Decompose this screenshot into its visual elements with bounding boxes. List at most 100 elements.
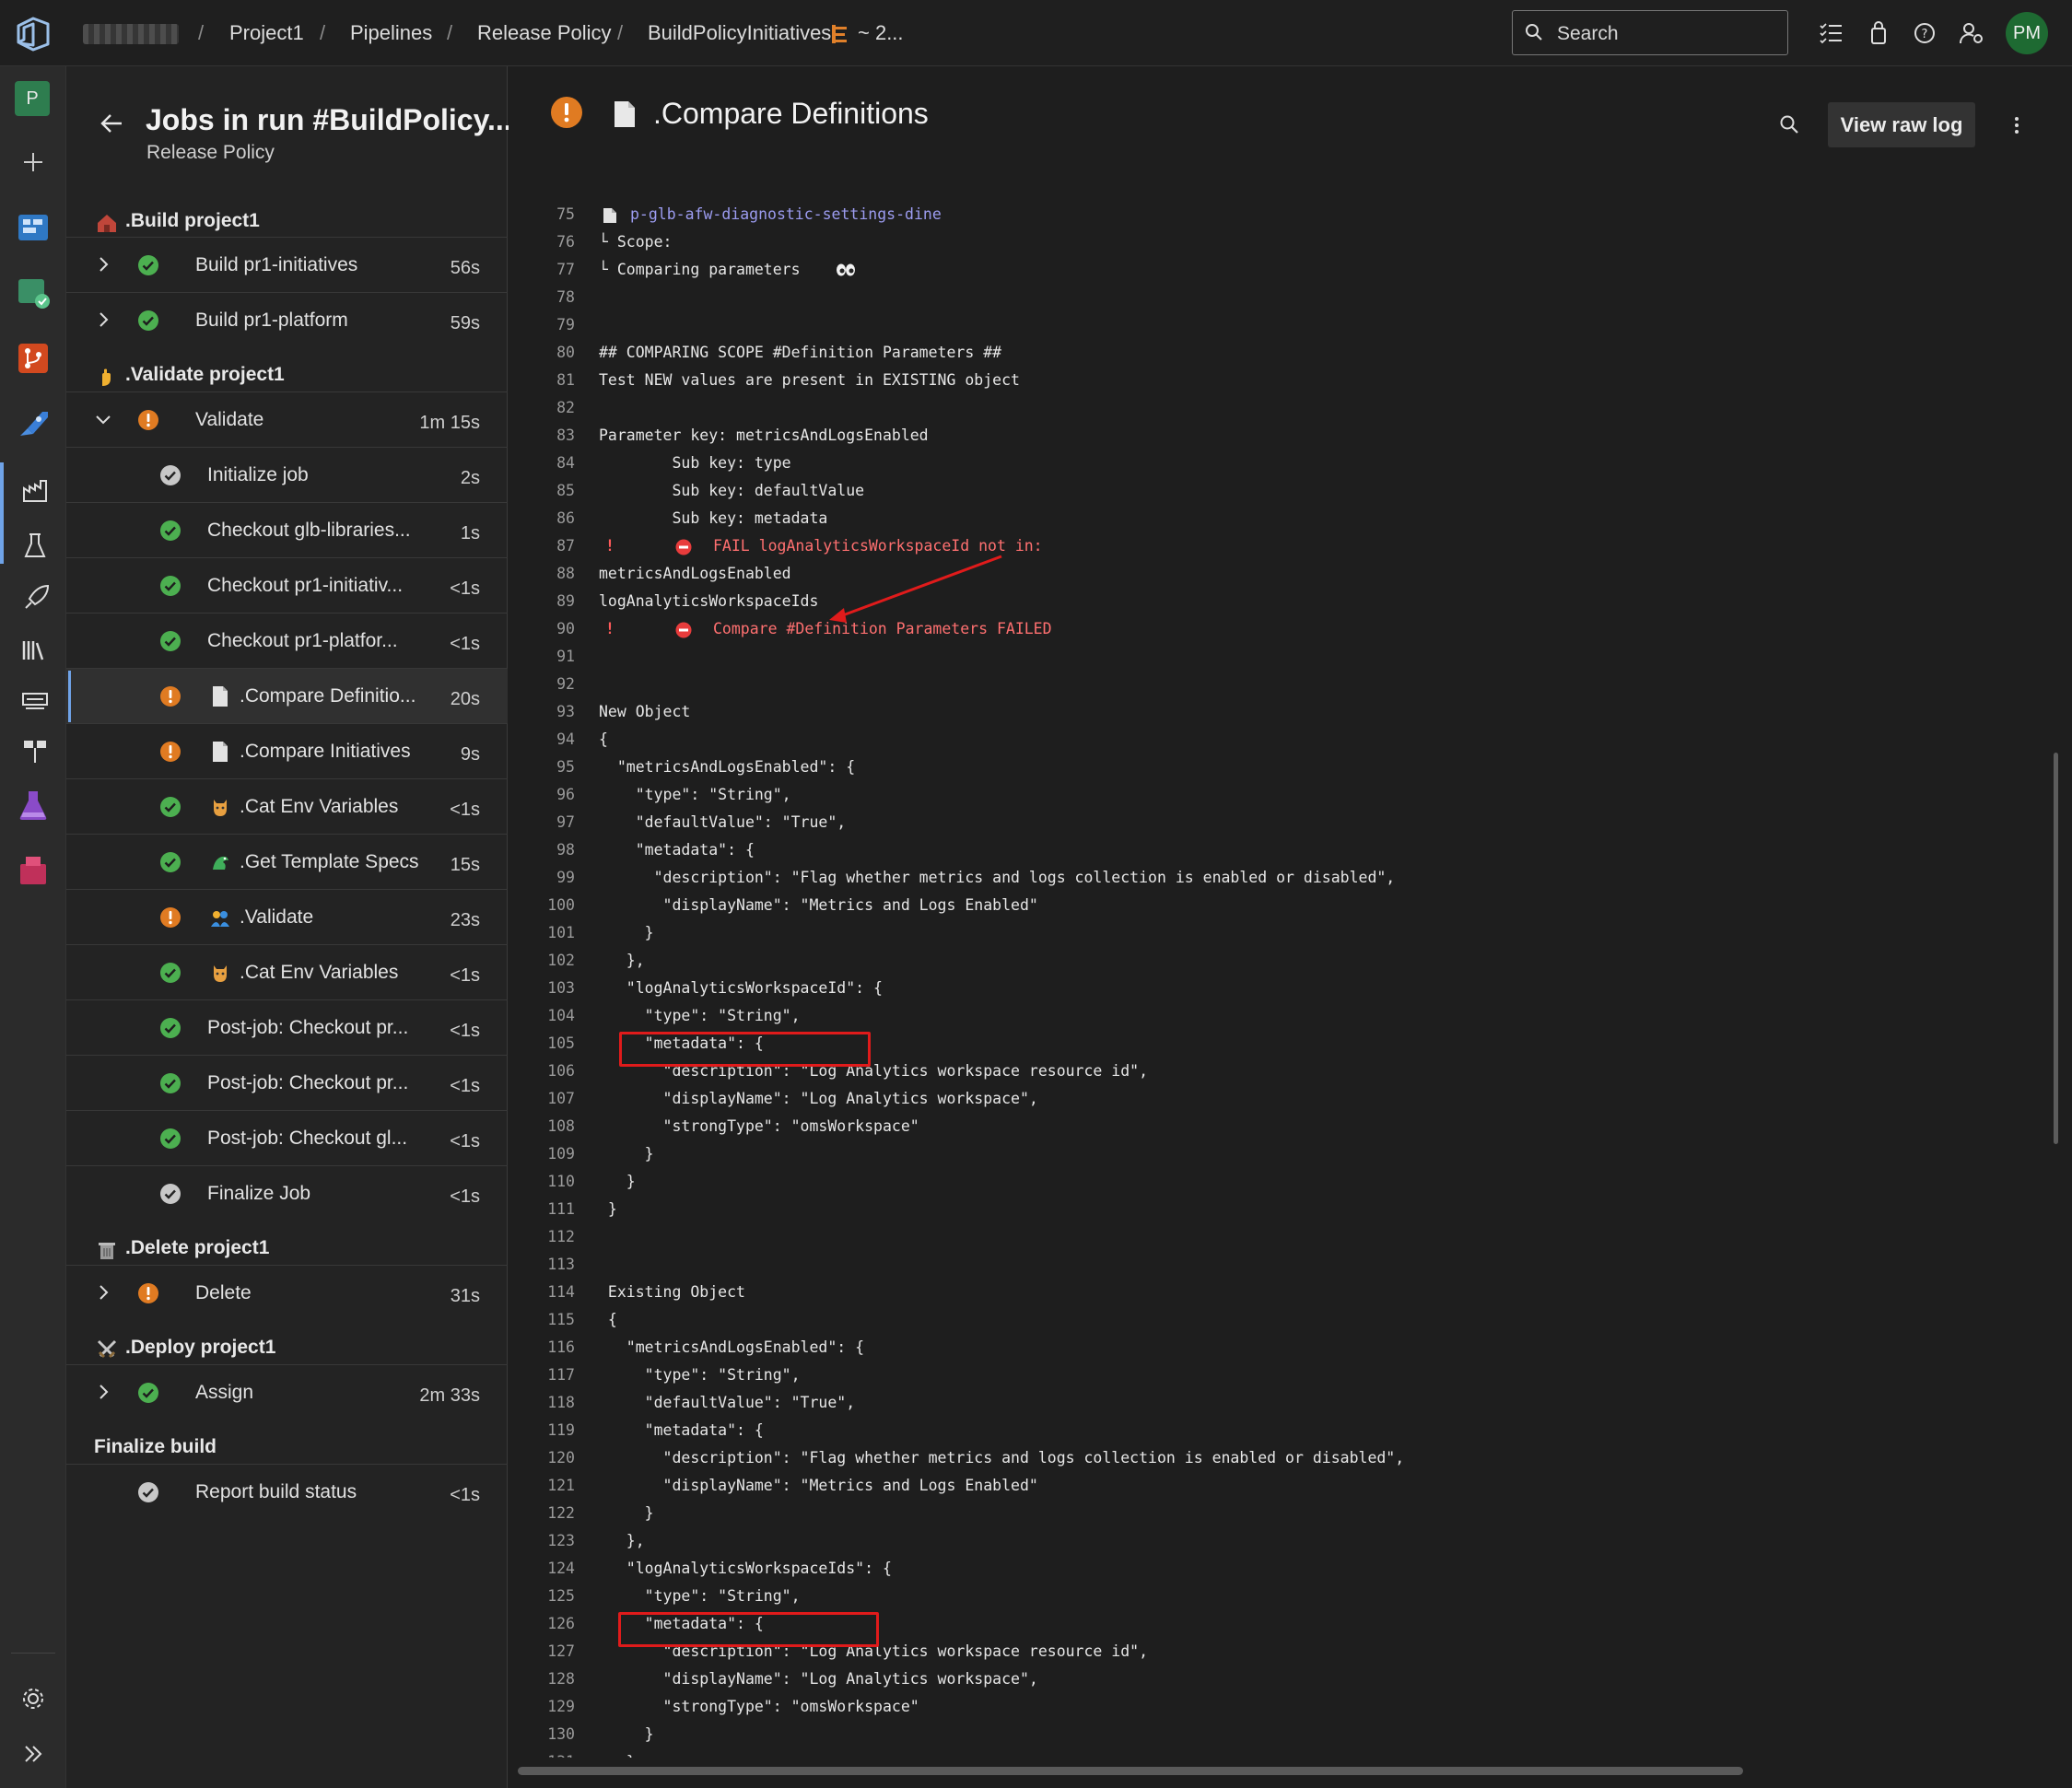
log-text: "metadata": { [599, 1421, 764, 1439]
releases-icon[interactable] [17, 580, 53, 617]
settings-icon[interactable] [15, 1680, 52, 1717]
chevron-right-icon[interactable] [94, 1383, 112, 1401]
log-line: 118 "defaultValue": "True", [509, 1389, 2019, 1417]
search-placeholder: Search [1557, 23, 1619, 44]
library-icon[interactable] [17, 632, 53, 669]
more-options-icon[interactable] [2008, 114, 2026, 136]
deployment-groups-icon[interactable] [17, 733, 53, 770]
expand-icon[interactable] [15, 1735, 52, 1772]
line-number: 125 [547, 1587, 575, 1605]
task-groups-icon[interactable] [17, 684, 53, 720]
log-text: "metricsAndLogsEnabled": { [599, 758, 856, 776]
horizontal-scrollbar[interactable] [518, 1767, 1743, 1775]
job-duration: 9s [460, 744, 480, 765]
success-status-icon [160, 797, 181, 817]
job-row[interactable]: Build pr1-platform 59s [66, 292, 508, 347]
log-line: 107 "displayName": "Log Analytics worksp… [509, 1085, 2019, 1113]
stage-label: .Build project1 [125, 210, 260, 231]
log-text: └ Comparing parameters [599, 261, 801, 278]
marketplace-bag-icon[interactable] [1866, 20, 1891, 46]
line-number: 93 [556, 703, 575, 720]
no-entry-icon [675, 539, 692, 555]
document-icon [213, 686, 228, 707]
line-number: 80 [556, 344, 575, 361]
chevron-down-icon[interactable] [94, 410, 112, 428]
search-icon[interactable] [1779, 114, 1799, 134]
organization-breadcrumb-redacted[interactable] [83, 24, 179, 44]
search-input[interactable]: Search [1512, 10, 1788, 55]
job-row[interactable]: Assign 2m 33s [66, 1364, 508, 1420]
log-line: 89 logAnalyticsWorkspaceIds [509, 588, 2019, 615]
log-line: 80 ## COMPARING SCOPE #Definition Paramet… [509, 339, 2019, 367]
artifacts-icon[interactable] [15, 851, 52, 888]
view-raw-log-button[interactable]: View raw log [1828, 102, 1975, 147]
log-line: 124 "logAnalyticsWorkspaceIds": { [509, 1555, 2019, 1583]
task-row[interactable]: .Compare Definitio... 20s [66, 668, 508, 723]
line-number: 112 [547, 1228, 575, 1245]
job-row[interactable]: Validate 1m 15s [66, 391, 508, 447]
task-row[interactable]: Post-job: Checkout gl... <1s [66, 1110, 508, 1165]
repos-icon[interactable] [15, 340, 52, 377]
breadcrumb-run[interactable]: ~ 2... [858, 21, 904, 45]
add-icon[interactable] [15, 144, 52, 181]
warning-status-icon [138, 1283, 158, 1303]
log-line: 104 "type": "String", [509, 1002, 2019, 1030]
task-row[interactable]: Post-job: Checkout pr... <1s [66, 1055, 508, 1110]
job-row[interactable]: Delete 31s [66, 1265, 508, 1320]
job-label: Initialize job [207, 464, 309, 485]
help-icon[interactable]: ? [1912, 20, 1937, 46]
document-icon [615, 101, 635, 127]
pipelines-icon[interactable] [15, 406, 52, 443]
pipelines-checklist-icon[interactable] [15, 274, 52, 310]
task-list-icon[interactable] [1818, 20, 1844, 46]
task-row[interactable]: .Validate 23s [66, 889, 508, 944]
log-text: "strongType": "omsWorkspace" [599, 1117, 919, 1135]
azure-devops-logo-icon[interactable] [13, 13, 53, 53]
user-settings-icon[interactable] [1959, 20, 1984, 46]
log-line: 119 "metadata": { [509, 1417, 2019, 1444]
vertical-scrollbar[interactable] [2054, 753, 2058, 1144]
log-link[interactable]: p-glb-afw-diagnostic-settings-dine [630, 201, 942, 228]
warning-status-icon [551, 97, 582, 128]
success-status-icon [160, 631, 181, 651]
task-row[interactable]: Initialize job 2s [66, 447, 508, 502]
line-number: 124 [547, 1560, 575, 1577]
task-row[interactable]: .Cat Env Variables <1s [66, 778, 508, 834]
line-number: 89 [556, 592, 575, 610]
avatar[interactable]: PM [2006, 12, 2048, 54]
job-row[interactable]: Build pr1-initiatives 56s [66, 237, 508, 292]
pipeline-runs-icon[interactable] [17, 472, 53, 508]
boards-icon[interactable] [15, 209, 52, 246]
project-avatar[interactable]: P [15, 81, 50, 116]
job-duration: <1s [450, 1485, 480, 1505]
task-row[interactable]: Checkout glb-libraries... 1s [66, 502, 508, 557]
log-line: 94 { [509, 726, 2019, 754]
annotation-highlight-box [618, 1612, 879, 1647]
test-plans-icon[interactable] [15, 787, 52, 824]
cat-icon [214, 800, 227, 816]
breadcrumb-pipelines[interactable]: Pipelines [350, 21, 432, 45]
chevron-right-icon[interactable] [94, 1283, 112, 1302]
line-number: 104 [547, 1007, 575, 1024]
back-arrow-icon[interactable] [100, 112, 123, 134]
task-row[interactable]: .Get Template Specs 15s [66, 834, 508, 889]
breadcrumb-release-policy[interactable]: Release Policy [477, 21, 612, 45]
task-row[interactable]: Finalize Job <1s [66, 1165, 508, 1221]
breadcrumb-project[interactable]: Project1 [229, 21, 304, 45]
log-line: 108 "strongType": "omsWorkspace" [509, 1113, 2019, 1140]
task-row[interactable]: Checkout pr1-platfor... <1s [66, 613, 508, 668]
line-number: 118 [547, 1394, 575, 1411]
chevron-right-icon[interactable] [94, 310, 112, 329]
job-row[interactable]: Report build status <1s [66, 1464, 508, 1519]
task-row[interactable]: Post-job: Checkout pr... <1s [66, 999, 508, 1055]
environments-icon[interactable] [17, 527, 53, 564]
task-row[interactable]: .Cat Env Variables <1s [66, 944, 508, 999]
task-row[interactable]: Checkout pr1-initiativ... <1s [66, 557, 508, 613]
log-text: } [599, 1173, 636, 1190]
line-number: 79 [556, 316, 575, 333]
breadcrumb-pipeline[interactable]: BuildPolicyInitiatives [648, 21, 831, 45]
chevron-right-icon[interactable] [94, 255, 112, 274]
job-label: Post-job: Checkout gl... [207, 1128, 408, 1149]
log-line: 92 [509, 671, 2019, 698]
task-row[interactable]: .Compare Initiatives 9s [66, 723, 508, 778]
